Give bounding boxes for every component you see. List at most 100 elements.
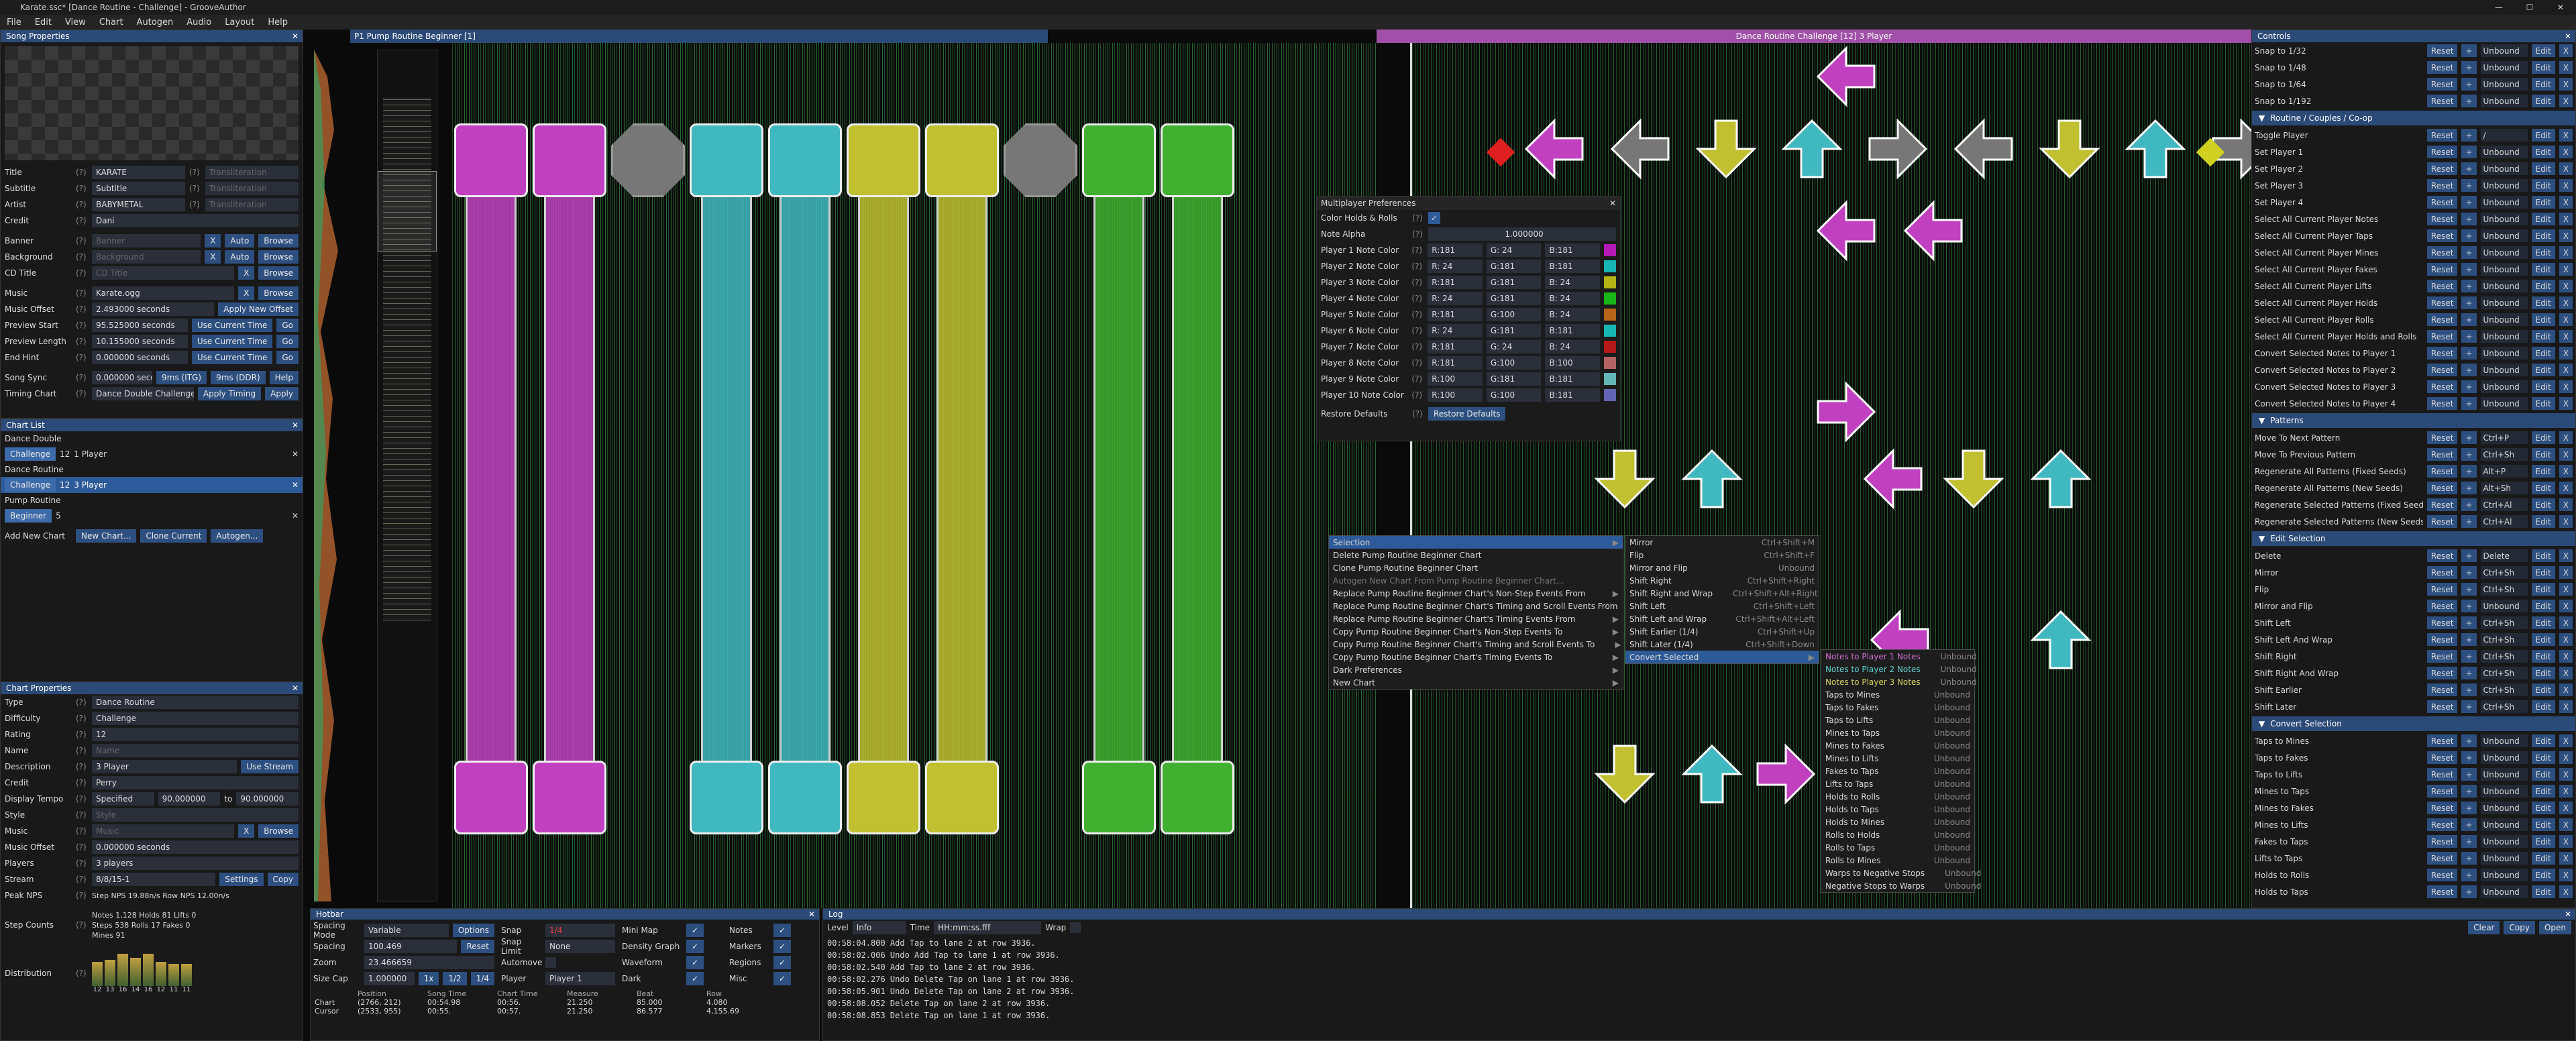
menu-item[interactable]: Delete Pump Routine Beginner Chart	[1329, 549, 1623, 561]
song-sync-input[interactable]: 0.000000 seconds	[92, 371, 153, 384]
open-button[interactable]: Open	[2538, 921, 2571, 934]
remove-binding-button[interactable]: X	[2559, 616, 2573, 629]
key-binding[interactable]: Unbound	[2480, 397, 2528, 410]
edit-button[interactable]: Edit	[2531, 263, 2555, 276]
preview-length-btn-button[interactable]: Use Current Time	[191, 335, 273, 348]
edit-button[interactable]: Edit	[2531, 498, 2555, 511]
key-binding[interactable]: Ctrl+Sh	[2480, 650, 2528, 663]
key-binding[interactable]: Ctrl+Sh	[2480, 683, 2528, 696]
add-binding-button[interactable]: +	[2461, 61, 2477, 74]
key-binding[interactable]: Unbound	[2480, 852, 2528, 865]
menu-item[interactable]: Negative Stops to Warps Unbound	[1821, 879, 1981, 892]
edit-button[interactable]: Edit	[2531, 802, 2555, 814]
remove-binding-button[interactable]: X	[2559, 465, 2573, 478]
edit-button[interactable]: Edit	[2531, 566, 2555, 579]
edit-button[interactable]: Edit	[2531, 785, 2555, 798]
edit-button[interactable]: Edit	[2531, 330, 2555, 343]
check-icon[interactable]: ✓	[686, 924, 704, 937]
add-binding-button[interactable]: +	[2461, 431, 2477, 444]
remove-binding-button[interactable]: X	[2559, 213, 2573, 225]
reset-button[interactable]: Reset	[2426, 768, 2458, 781]
edit-button[interactable]: Edit	[2531, 869, 2555, 881]
background-input[interactable]: Background	[92, 250, 201, 264]
check-icon[interactable]: ✓	[686, 956, 704, 969]
up-right-arrow-note[interactable]	[1161, 123, 1234, 197]
reset-button[interactable]: Reset	[2426, 129, 2458, 142]
key-binding[interactable]: Unbound	[2480, 600, 2528, 612]
add-binding-button[interactable]: +	[2461, 296, 2477, 309]
key-binding[interactable]: Unbound	[2480, 95, 2528, 107]
menu-item[interactable]: Selection ▶	[1329, 536, 1623, 549]
zoom-field[interactable]: 23.466659	[364, 956, 494, 969]
color-channel-field[interactable]: B:181	[1545, 260, 1601, 273]
automove-checkbox[interactable]	[545, 957, 556, 968]
add-binding-button[interactable]: +	[2461, 869, 2477, 881]
remove-binding-button[interactable]: X	[2559, 633, 2573, 646]
edit-button[interactable]: Edit	[2531, 95, 2555, 107]
remove-binding-button[interactable]: X	[2559, 380, 2573, 393]
reset-button[interactable]: Reset	[2426, 263, 2458, 276]
note-arrow[interactable]	[1950, 115, 2017, 185]
add-binding-button[interactable]: +	[2461, 380, 2477, 393]
close-icon[interactable]: ✕	[1609, 199, 1616, 208]
reset-button[interactable]: Reset	[2426, 785, 2458, 798]
add-binding-button[interactable]: +	[2461, 162, 2477, 175]
reset-button[interactable]: Reset	[2426, 196, 2458, 209]
remove-binding-button[interactable]: X	[2559, 869, 2573, 881]
hold-note[interactable]	[1093, 137, 1144, 834]
menu-item[interactable]: View	[58, 17, 93, 28]
remove-binding-button[interactable]: X	[2559, 313, 2573, 326]
menu-item[interactable]: Copy Pump Routine Beginner Chart's Timin…	[1329, 638, 1623, 651]
remove-binding-button[interactable]: X	[2559, 835, 2573, 848]
key-binding[interactable]: Unbound	[2480, 44, 2528, 57]
spacing-field[interactable]: 100.469	[364, 940, 458, 953]
key-binding[interactable]: Unbound	[2480, 263, 2528, 276]
controls-section-header[interactable]: ▼ Patterns	[2252, 413, 2575, 428]
snap-select[interactable]: 1/4	[545, 924, 615, 937]
difficulty-input[interactable]: Challenge	[92, 712, 299, 725]
close-icon[interactable]: ✕	[808, 910, 815, 919]
down-left-arrow-note[interactable]	[1082, 761, 1156, 834]
key-binding[interactable]: Unbound	[2480, 835, 2528, 848]
menu-item[interactable]: Warps to Negative Stops Unbound	[1821, 867, 1981, 879]
reset-button[interactable]: Reset	[2426, 448, 2458, 461]
remove-binding-button[interactable]: X	[2559, 364, 2573, 376]
down-right-arrow-note[interactable]	[1161, 761, 1234, 834]
edit-button[interactable]: Edit	[2531, 397, 2555, 410]
check-icon[interactable]: ✓	[773, 972, 792, 985]
close-icon[interactable]: ✕	[292, 683, 299, 693]
key-binding[interactable]: /	[2480, 129, 2528, 142]
reset-button[interactable]: Reset	[2426, 751, 2458, 764]
up-left-arrow-note[interactable]	[925, 123, 999, 197]
end-hint-go-button[interactable]: Go	[276, 351, 299, 364]
add-binding-button[interactable]: +	[2461, 263, 2477, 276]
check-icon[interactable]: ✓	[686, 972, 704, 985]
menu-item[interactable]: Rolls to Mines Unbound	[1821, 854, 1974, 867]
color-channel-field[interactable]: B:100	[1545, 356, 1601, 370]
remove-binding-button[interactable]: X	[2559, 818, 2573, 831]
size-cap-field[interactable]: 1.000000	[364, 972, 415, 985]
tempo-min[interactable]: 90.000000	[158, 792, 221, 806]
stream-button[interactable]: Settings	[219, 873, 264, 886]
key-binding[interactable]: Ctrl+Sh	[2480, 616, 2528, 629]
music-b3-button[interactable]: Browse	[258, 286, 299, 300]
reset-button[interactable]: Reset	[2426, 650, 2458, 663]
remove-binding-button[interactable]: X	[2559, 179, 2573, 192]
reset-button[interactable]: Reset	[2426, 835, 2458, 848]
menu-item[interactable]: Notes to Player 3 Notes Unbound	[1821, 675, 1977, 688]
add-binding-button[interactable]: +	[2461, 633, 2477, 646]
add-binding-button[interactable]: +	[2461, 667, 2477, 679]
menu-item[interactable]: Holds to Taps Unbound	[1821, 803, 1974, 816]
add-binding-button[interactable]: +	[2461, 818, 2477, 831]
color-channel-field[interactable]: G:181	[1486, 324, 1542, 337]
key-binding[interactable]: Unbound	[2480, 364, 2528, 376]
copy-button[interactable]: Copy	[2504, 921, 2535, 934]
key-binding[interactable]: Alt+Sh	[2480, 482, 2528, 494]
note-arrow[interactable]	[1813, 378, 1880, 448]
note-arrow[interactable]	[1591, 445, 1658, 515]
spacing-options-button[interactable]: Options	[452, 924, 494, 937]
wrap-checkbox[interactable]	[1070, 922, 1081, 933]
new-chart-button[interactable]: New Chart...	[76, 529, 137, 543]
note-arrow[interactable]	[2122, 115, 2189, 185]
edit-button[interactable]: Edit	[2531, 633, 2555, 646]
